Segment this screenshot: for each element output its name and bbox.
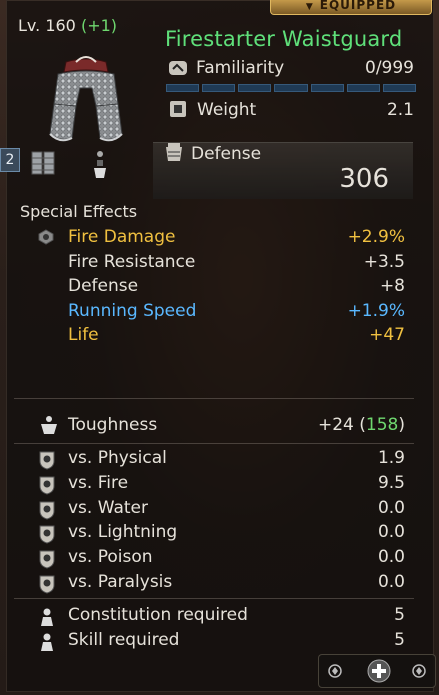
equipment-slot-icons: [31, 151, 106, 178]
familiarity-progress-bar: [166, 84, 416, 92]
level-bonus: (+1): [80, 16, 118, 35]
physical-resist-icon: [36, 449, 58, 471]
paralysis-resist-icon: [36, 573, 58, 595]
water-resist-icon: [36, 499, 58, 521]
resistance-value: 0.0: [377, 522, 405, 543]
resistance-value: 1.9: [377, 448, 405, 468]
divider: [14, 598, 414, 599]
effect-label: Life: [68, 325, 99, 345]
effect-value: +8: [379, 276, 405, 296]
effect-value: +2.9%: [347, 227, 405, 247]
defense-value: 306: [339, 164, 389, 194]
hexagon-effect-icon: [35, 226, 57, 248]
resistance-value: 0.0: [377, 572, 405, 592]
weight-value: 2.1: [386, 100, 414, 120]
familiarity-value: 0/999: [365, 58, 414, 78]
resistance-value: 0.0: [377, 547, 405, 568]
effect-value: +1.9%: [347, 300, 405, 321]
item-name: Firestarter Waistguard: [165, 27, 403, 51]
weight-label: Weight: [197, 100, 257, 120]
fire-resist-icon: [36, 474, 58, 496]
toughness-value: +24 (158): [318, 415, 405, 435]
special-effects-title: Special Effects: [20, 202, 138, 221]
effect-label: Defense: [68, 276, 139, 296]
divider: [14, 443, 414, 444]
familiarity-icon: [167, 57, 189, 79]
divider: [14, 398, 414, 399]
waistguard-item-icon: [49, 56, 123, 142]
caret-down-icon: ▼: [305, 2, 314, 12]
requirement-label: Constitution required: [68, 605, 248, 625]
requirement-value: 5: [394, 605, 405, 625]
figure-icon: [94, 151, 106, 178]
equipped-label: EQUIPPED: [319, 0, 397, 12]
resistance-label: vs. Physical: [68, 448, 167, 468]
action-button-bar: [318, 654, 436, 688]
lightning-resist-icon: [36, 523, 58, 545]
armor-set-icon: [31, 151, 55, 175]
constitution-icon: [36, 606, 58, 628]
resistance-label: vs. Fire: [68, 472, 129, 493]
add-compare-button[interactable]: [367, 659, 391, 683]
cycle-icon[interactable]: [327, 663, 343, 679]
item-level: Lv. 160 (+1): [18, 16, 117, 35]
resistance-label: vs. Paralysis: [68, 572, 173, 592]
level-text: Lv. 160: [18, 16, 76, 35]
effect-label: Fire Damage: [68, 227, 176, 247]
resistance-label: vs. Lightning: [68, 522, 178, 543]
toughness-label: Toughness: [68, 415, 158, 435]
toughness-total-open: (: [359, 415, 366, 435]
weight-icon: [167, 98, 189, 120]
resistance-value: 0.0: [377, 497, 405, 518]
effect-label: Running Speed: [68, 300, 197, 321]
menu-icon[interactable]: [411, 663, 427, 679]
toughness-icon: [38, 414, 60, 436]
toughness-total: 158: [365, 415, 399, 435]
resistance-label: vs. Poison: [68, 547, 153, 568]
effect-label: Fire Resistance: [68, 251, 196, 272]
tier-badge: 2: [0, 148, 20, 172]
toughness-total-close: ): [398, 415, 405, 435]
familiarity-label: Familiarity: [196, 58, 285, 78]
skill-icon: [36, 631, 58, 653]
requirement-value: 5: [394, 629, 405, 650]
toughness-bonus: +24: [317, 415, 354, 435]
defense-label: Defense: [191, 144, 262, 164]
effect-value: +3.5: [363, 251, 405, 272]
equipped-tab: ▼ EQUIPPED: [270, 0, 432, 15]
resistance-value: 9.5: [377, 472, 405, 493]
effect-value: +47: [369, 325, 405, 345]
resistance-label: vs. Water: [68, 497, 148, 518]
armor-defense-icon: [163, 142, 185, 164]
requirement-label: Skill required: [68, 629, 180, 650]
poison-resist-icon: [36, 548, 58, 570]
